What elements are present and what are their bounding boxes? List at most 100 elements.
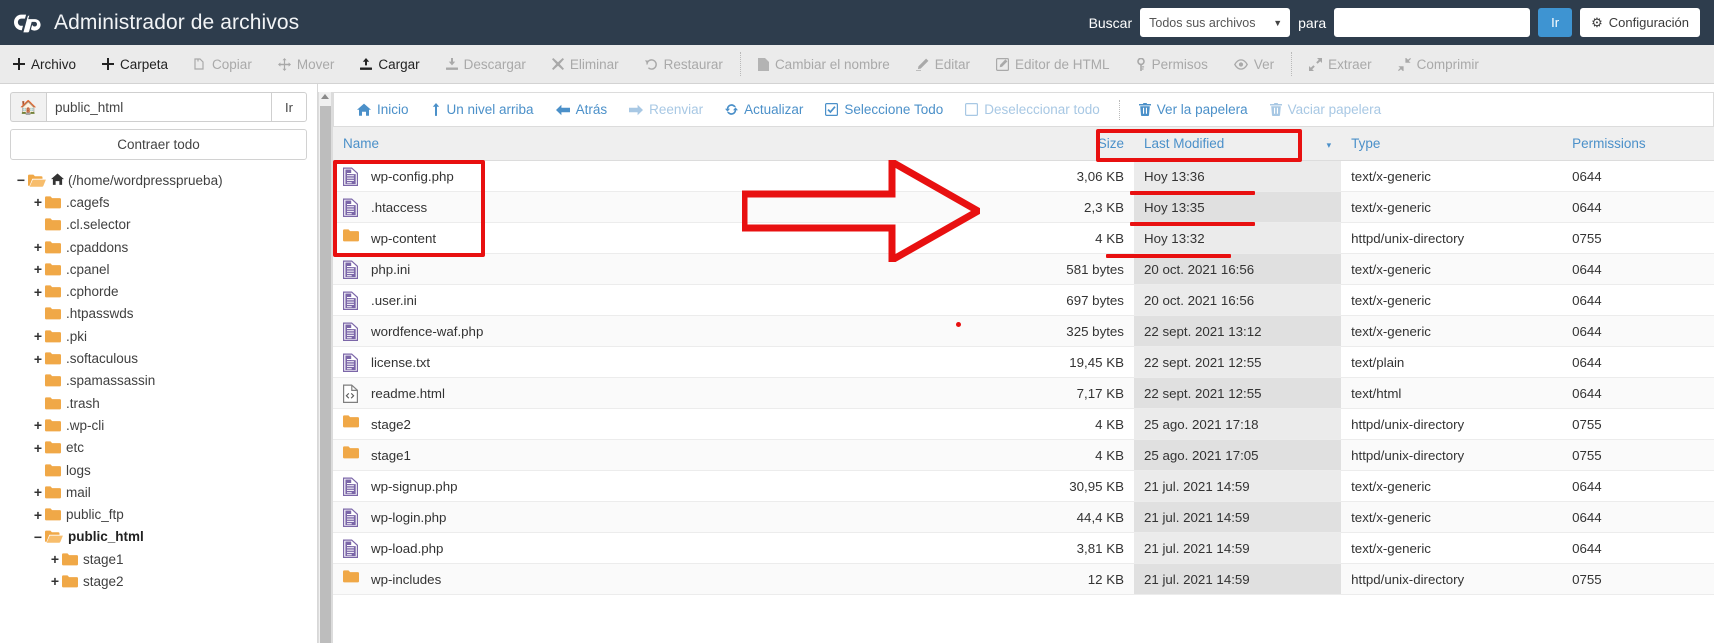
tree-item-stage2[interactable]: + stage2 — [10, 570, 307, 592]
table-row[interactable]: stage1 4 KB 25 ago. 2021 17:05 httpd/unix-d… — [333, 439, 1714, 471]
tree-item-htpasswds[interactable]: .htpasswds — [10, 303, 307, 325]
table-row[interactable]: wp-includes 12 KB 21 jul. 2021 14:59 httpd/… — [333, 563, 1714, 595]
tree-item-public-ftp[interactable]: + public_ftp — [10, 503, 307, 525]
cell-name[interactable]: stage1 — [333, 439, 983, 471]
expand-icon[interactable]: + — [31, 441, 45, 455]
search-go-button[interactable]: Ir — [1538, 8, 1573, 37]
tree-item-stage1[interactable]: + stage1 — [10, 548, 307, 570]
table-row[interactable]: wp-login.php 44,4 KB 21 jul. 2021 14:59 tex… — [333, 501, 1714, 533]
file-name-label: wp-config.php — [371, 168, 454, 184]
column-header-type[interactable]: Type — [1341, 126, 1563, 161]
toolbar-button-carpeta[interactable]: Carpeta — [89, 45, 181, 83]
expand-icon[interactable]: + — [31, 508, 45, 522]
column-header-name[interactable]: Name — [333, 126, 983, 161]
tree-item-softaculous[interactable]: + .softaculous — [10, 347, 307, 369]
tree-item-spamassassin[interactable]: .spamassassin — [10, 370, 307, 392]
expand-icon[interactable]: + — [31, 352, 45, 366]
search-scope-select[interactable]: Todos sus archivos — [1140, 8, 1291, 37]
table-row[interactable]: wp-signup.php 30,95 KB 21 jul. 2021 14:59 t… — [333, 470, 1714, 502]
tree-item-home-wordpressprueba[interactable]: − (/home/wordpressprueba) — [10, 169, 307, 191]
expand-icon[interactable]: + — [31, 195, 45, 209]
cell-name[interactable]: license.txt — [333, 346, 983, 378]
tree-item-cpanel[interactable]: + .cpanel — [10, 258, 307, 280]
expand-icon[interactable]: + — [48, 552, 62, 566]
text-file-icon — [343, 353, 359, 372]
nav-button-actualizar[interactable]: Actualizar — [714, 102, 814, 117]
search-input[interactable] — [1334, 8, 1531, 37]
cell-name[interactable]: .user.ini — [333, 284, 983, 316]
table-row[interactable]: license.txt 19,45 KB 22 sept. 2021 12:55 te… — [333, 346, 1714, 378]
tree-item-trash[interactable]: .trash — [10, 392, 307, 414]
collapse-icon[interactable]: − — [14, 173, 28, 187]
collapse-all-button[interactable]: Contraer todo — [10, 129, 307, 160]
expand-icon[interactable]: + — [31, 262, 45, 276]
tree-item-logs[interactable]: logs — [10, 459, 307, 481]
tree-item-mail[interactable]: + mail — [10, 481, 307, 503]
cell-name[interactable]: php.ini — [333, 253, 983, 285]
expand-icon[interactable]: + — [31, 329, 45, 343]
table-row[interactable]: .user.ini 697 bytes 20 oct. 2021 16:56 text… — [333, 284, 1714, 316]
search-label: Buscar — [1088, 14, 1133, 31]
cell-name[interactable]: wp-includes — [333, 563, 983, 595]
table-row[interactable]: wp-config.php 3,06 KB Hoy 13:36 text/x-gene… — [333, 160, 1714, 192]
table-row[interactable]: wordfence-waf.php 325 bytes 22 sept. 2021 … — [333, 315, 1714, 347]
expand-icon[interactable]: + — [31, 240, 45, 254]
toolbar-button-label: Copiar — [212, 56, 252, 72]
cell-name[interactable]: wordfence-waf.php — [333, 315, 983, 347]
table-row[interactable]: stage2 4 KB 25 ago. 2021 17:18 httpd/unix-d… — [333, 408, 1714, 440]
toolbar-button-archivo[interactable]: Archivo — [0, 45, 89, 83]
cell-name[interactable]: wp-config.php — [333, 160, 983, 192]
collapse-icon[interactable]: − — [31, 530, 45, 544]
folder-icon — [45, 263, 61, 276]
tree-item-cagefs[interactable]: + .cagefs — [10, 191, 307, 213]
nav-button-deseleccionar-todo: Deseleccionar todo — [954, 102, 1111, 117]
cell-size: 7,17 KB — [982, 377, 1134, 409]
cell-name[interactable]: readme.html — [333, 377, 983, 409]
cell-name[interactable]: wp-signup.php — [333, 470, 983, 502]
tree-item-pki[interactable]: + .pki — [10, 325, 307, 347]
scrollbar-thumb[interactable] — [320, 106, 331, 643]
expand-icon[interactable]: + — [31, 285, 45, 299]
cell-name[interactable]: .htaccess — [333, 191, 983, 223]
nav-button-atr-s[interactable]: Atrás — [545, 102, 619, 117]
table-row[interactable]: wp-content 4 KB Hoy 13:32 httpd/unix-direct… — [333, 222, 1714, 254]
tree-item-public-html[interactable]: − public_html — [10, 526, 307, 548]
file-table: Name Size Last Modified ▾ Type Permissio… — [333, 126, 1714, 595]
cell-name[interactable]: stage2 — [333, 408, 983, 440]
expand-icon[interactable]: + — [31, 418, 45, 432]
download-icon — [445, 57, 458, 71]
scroll-up-arrow-icon[interactable] — [321, 94, 329, 99]
table-row[interactable]: php.ini 581 bytes 20 oct. 2021 16:56 text/x… — [333, 253, 1714, 285]
table-row[interactable]: .htaccess 2,3 KB Hoy 13:35 text/x-generic 06… — [333, 191, 1714, 223]
folder-open-icon — [28, 174, 46, 187]
table-row[interactable]: wp-load.php 3,81 KB 21 jul. 2021 14:59 text… — [333, 532, 1714, 564]
column-header-permissions[interactable]: Permissions — [1562, 126, 1714, 161]
cell-name[interactable]: wp-load.php — [333, 532, 983, 564]
tree-item-cphorde[interactable]: + .cphorde — [10, 280, 307, 302]
settings-button[interactable]: ⚙ Configuración — [1580, 8, 1700, 37]
table-row[interactable]: readme.html 7,17 KB 22 sept. 2021 12:55 tex… — [333, 377, 1714, 409]
expand-icon[interactable]: + — [48, 574, 62, 588]
toolbar-button-label: Carpeta — [120, 56, 169, 72]
tree-item-cl-selector[interactable]: .cl.selector — [10, 214, 307, 236]
toolbar-button-cargar[interactable]: Cargar — [347, 45, 432, 83]
folder-icon — [45, 196, 61, 209]
tree-item-wp-cli[interactable]: + .wp-cli — [10, 414, 307, 436]
column-header-size[interactable]: Size — [982, 126, 1134, 161]
path-input[interactable] — [46, 92, 271, 122]
nav-button-inicio[interactable]: Inicio — [346, 102, 420, 117]
cell-name[interactable]: wp-login.php — [333, 501, 983, 533]
path-go-button[interactable]: Ir — [271, 92, 307, 122]
column-header-last-modified[interactable]: Last Modified ▾ — [1133, 126, 1342, 161]
nav-button-ver-la-papelera[interactable]: Ver la papelera — [1128, 102, 1259, 117]
file-name-label: php.ini — [371, 261, 411, 277]
tree-item-etc[interactable]: + etc — [10, 437, 307, 459]
vertical-scrollbar[interactable] — [318, 92, 332, 643]
cell-last-modified: 25 ago. 2021 17:05 — [1133, 439, 1342, 471]
nav-button-un-nivel-arriba[interactable]: Un nivel arriba — [420, 102, 545, 117]
cell-name[interactable]: wp-content — [333, 222, 983, 254]
tree-item-cpaddons[interactable]: + .cpaddons — [10, 236, 307, 258]
home-icon[interactable]: 🏠 — [10, 92, 46, 122]
expand-icon[interactable]: + — [31, 485, 45, 499]
nav-button-seleccione-todo[interactable]: Seleccione Todo — [814, 102, 954, 117]
